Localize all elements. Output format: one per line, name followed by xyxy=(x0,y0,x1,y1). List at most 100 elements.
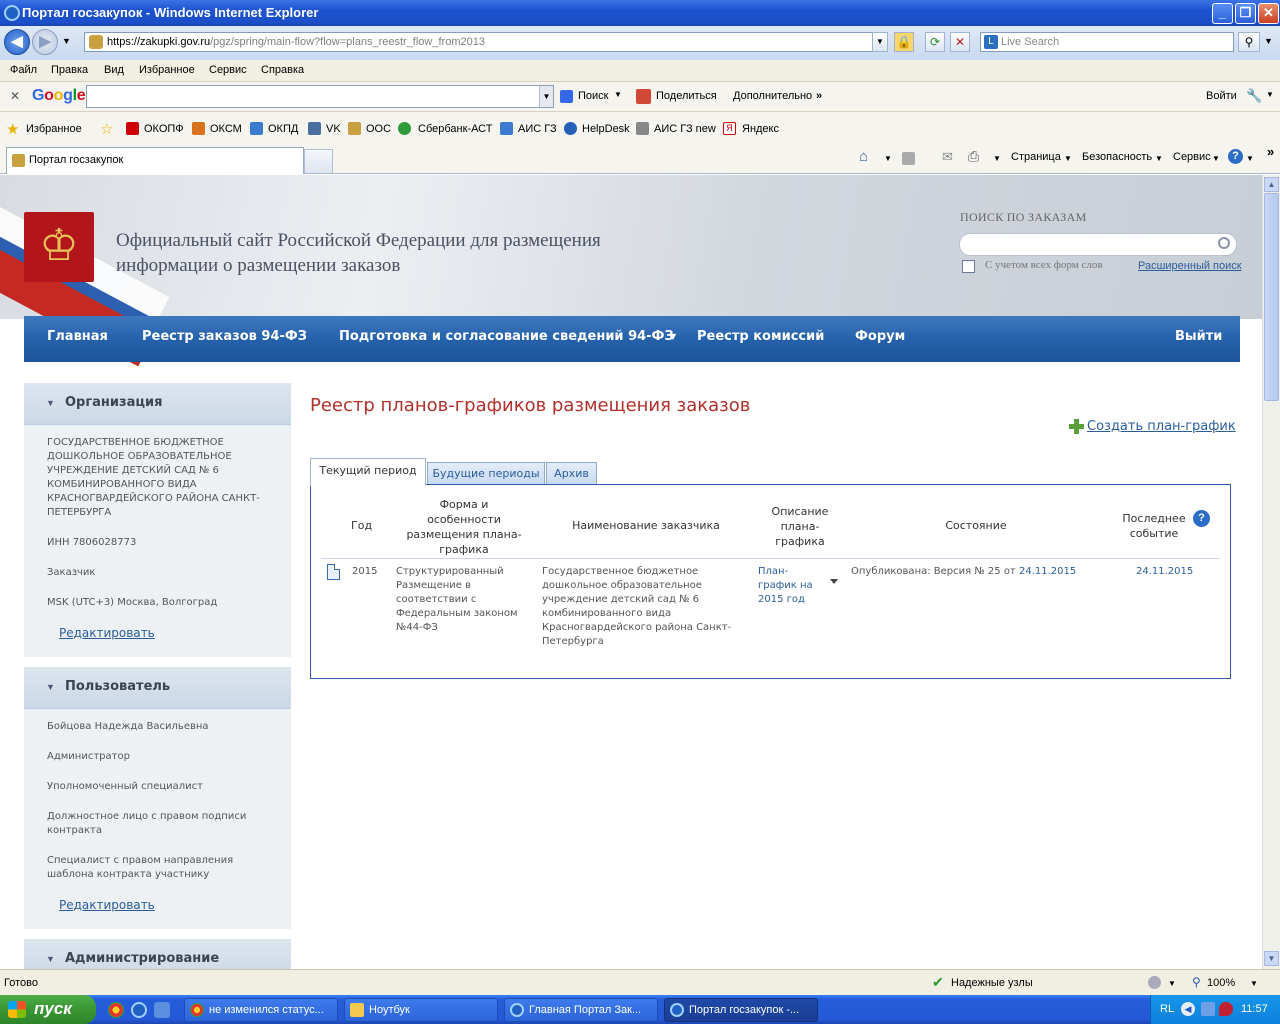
network-icon[interactable] xyxy=(1201,1002,1215,1016)
nav-forum[interactable]: Форум xyxy=(855,329,905,344)
tab-current-period[interactable]: Текущий период xyxy=(310,458,426,486)
create-plan-link[interactable]: Создать план-график xyxy=(1087,419,1236,434)
help-dropdown-icon[interactable]: ▼ xyxy=(1246,154,1254,163)
add-favorite-icon[interactable]: ☆ xyxy=(100,120,113,138)
taskbar-button[interactable]: не изменился статус... xyxy=(184,998,338,1022)
rss-icon[interactable] xyxy=(902,152,915,165)
admin-panel-header[interactable]: ▼ Администрирование xyxy=(24,939,291,969)
order-search-input[interactable] xyxy=(959,233,1237,256)
tab-portal[interactable]: Портал госзакупок xyxy=(6,147,304,174)
taskbar-button[interactable]: Главная Портал Зак... xyxy=(504,998,658,1022)
address-dropdown-button[interactable]: ▼ xyxy=(872,32,888,52)
minimize-button[interactable]: _ xyxy=(1212,3,1233,24)
tab-archive[interactable]: Архив xyxy=(546,462,597,485)
fav-okopf[interactable]: ОКОПФ xyxy=(144,123,184,135)
fav-vk[interactable]: VK xyxy=(326,123,341,135)
settings-dropdown-icon[interactable]: ▼ xyxy=(1266,90,1274,99)
row-actions-dropdown-icon[interactable] xyxy=(830,579,838,584)
new-tab-button[interactable] xyxy=(304,149,333,173)
fav-sberbank-ast[interactable]: Сбербанк-АСТ xyxy=(418,123,492,135)
vertical-scrollbar[interactable]: ▲ ▼ xyxy=(1262,175,1280,969)
cmd-security[interactable]: Безопасность xyxy=(1082,151,1152,163)
google-search-dropdown-icon[interactable]: ▼ xyxy=(614,90,622,99)
row-last-event[interactable]: 24.11.2015 xyxy=(1136,565,1193,579)
close-toolbar-icon[interactable]: ✕ xyxy=(10,89,20,103)
ie-quicklaunch-icon[interactable] xyxy=(131,1002,147,1018)
tab-future-periods[interactable]: Будущие периоды xyxy=(427,462,545,485)
menu-file[interactable]: Файл xyxy=(10,64,37,76)
login-button[interactable]: Войти xyxy=(1206,90,1237,102)
cmd-page[interactable]: Страница xyxy=(1011,151,1061,163)
nav-home[interactable]: Главная xyxy=(47,329,108,344)
fav-helpdesk[interactable]: HelpDesk xyxy=(582,123,630,135)
google-search-button[interactable]: Поиск xyxy=(578,90,608,102)
help-icon[interactable]: ? xyxy=(1193,510,1210,527)
nav-preparation[interactable]: Подготовка и согласование сведений 94-ФЗ xyxy=(339,329,674,344)
back-button[interactable]: ◀ xyxy=(4,29,30,55)
google-search-input[interactable]: ▼ xyxy=(86,85,554,108)
nav-preparation-dropdown-icon[interactable]: ▼ xyxy=(670,332,676,341)
start-button[interactable]: пуск xyxy=(0,995,96,1024)
menu-edit[interactable]: Правка xyxy=(51,64,88,76)
home-icon[interactable]: ⌂ xyxy=(859,148,868,165)
history-dropdown-icon[interactable]: ▼ xyxy=(62,36,71,46)
mail-icon[interactable]: ✉ xyxy=(942,149,953,165)
organization-edit-link[interactable]: Редактировать xyxy=(59,626,155,640)
row-status-date[interactable]: 24.11.2015 xyxy=(1019,566,1076,577)
protected-mode-icon[interactable] xyxy=(1148,976,1161,989)
wrench-icon[interactable]: 🔧 xyxy=(1246,88,1262,104)
scroll-thumb[interactable] xyxy=(1264,193,1279,401)
print-icon[interactable]: ⎙ xyxy=(968,148,979,165)
show-desktop-icon[interactable] xyxy=(154,1002,170,1018)
stop-button[interactable]: ✕ xyxy=(950,32,970,52)
organization-panel-header[interactable]: ▼ Организация xyxy=(24,383,291,425)
menu-view[interactable]: Вид xyxy=(104,64,124,76)
nav-commissions[interactable]: Реестр комиссий xyxy=(697,329,824,344)
menu-favorites[interactable]: Избранное xyxy=(139,64,195,76)
lock-icon[interactable]: 🔒 xyxy=(894,32,914,52)
menu-help[interactable]: Справка xyxy=(261,64,304,76)
fav-favorites[interactable]: Избранное xyxy=(26,123,82,135)
chrome-icon[interactable] xyxy=(108,1002,124,1018)
user-edit-link[interactable]: Редактировать xyxy=(59,898,155,912)
more-button[interactable]: Дополнительно xyxy=(733,90,812,102)
live-search-input[interactable]: L Live Search xyxy=(980,32,1234,52)
address-input[interactable]: https://zakupki.gov.ru/pgz/spring/main-f… xyxy=(84,32,888,52)
nav-logout[interactable]: Выйти xyxy=(1175,329,1222,344)
language-indicator[interactable]: RL xyxy=(1160,1003,1174,1015)
refresh-button[interactable]: ⟳ xyxy=(925,32,945,52)
search-icon[interactable] xyxy=(1218,237,1230,249)
row-plan-link[interactable]: План-график на 2015 год xyxy=(758,565,818,607)
share-button[interactable]: Поделиться xyxy=(656,90,717,102)
document-icon[interactable] xyxy=(327,564,340,580)
tray-arrow-icon[interactable]: ◀ xyxy=(1181,1002,1195,1016)
fav-ais-gz-new[interactable]: АИС ГЗ new xyxy=(654,123,716,135)
fav-yandex[interactable]: Яндекс xyxy=(742,123,779,135)
fav-ais-gz[interactable]: АИС ГЗ xyxy=(518,123,557,135)
all-word-forms-checkbox[interactable] xyxy=(962,260,975,273)
menu-tools[interactable]: Сервис xyxy=(209,64,247,76)
search-go-button[interactable]: ⚲ xyxy=(1238,32,1260,52)
protected-mode-dropdown-icon[interactable]: ▼ xyxy=(1168,979,1176,988)
forward-button[interactable]: ▶ xyxy=(32,29,58,55)
close-button[interactable]: ✕ xyxy=(1258,3,1279,24)
zoom-dropdown-icon[interactable]: ▼ xyxy=(1250,979,1258,988)
help-icon[interactable]: ? xyxy=(1228,149,1243,164)
scroll-up-button[interactable]: ▲ xyxy=(1264,177,1279,192)
scroll-down-button[interactable]: ▼ xyxy=(1264,951,1279,966)
home-dropdown-icon[interactable]: ▼ xyxy=(884,154,892,163)
advanced-search-link[interactable]: Расширенный поиск xyxy=(1138,260,1242,272)
chevron-more-icon[interactable]: » xyxy=(1267,144,1274,159)
antivirus-icon[interactable] xyxy=(1219,1002,1233,1016)
google-search-dropdown[interactable]: ▼ xyxy=(539,86,553,107)
zoom-level[interactable]: 100% xyxy=(1207,977,1235,989)
print-dropdown-icon[interactable]: ▼ xyxy=(993,154,1001,163)
search-options-dropdown[interactable]: ▼ xyxy=(1264,36,1273,46)
taskbar-button-active[interactable]: Портал госзакупок -... xyxy=(664,998,818,1022)
maximize-button[interactable]: ❐ xyxy=(1235,3,1256,24)
fav-okpd[interactable]: ОКПД xyxy=(268,123,298,135)
nav-orders-registry[interactable]: Реестр заказов 94-ФЗ xyxy=(142,329,307,344)
taskbar-button[interactable]: Ноутбук xyxy=(344,998,498,1022)
user-panel-header[interactable]: ▼ Пользователь xyxy=(24,667,291,709)
fav-oksm[interactable]: ОКСМ xyxy=(210,123,242,135)
